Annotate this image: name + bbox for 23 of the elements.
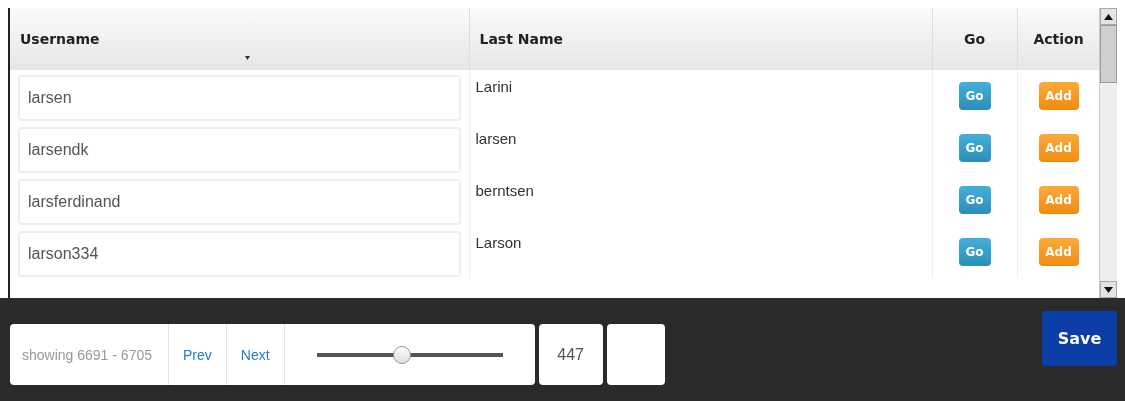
slider-thumb[interactable] (393, 345, 412, 364)
last-name-text: Larini (475, 78, 513, 95)
column-header[interactable]: Last Name (479, 31, 563, 47)
prev-link[interactable]: Prev (169, 324, 227, 385)
column-header[interactable]: Username (20, 31, 100, 47)
next-link[interactable]: Next (226, 324, 285, 385)
save-button[interactable]: Save (1042, 311, 1117, 366)
username-field[interactable]: larson334 (18, 231, 461, 277)
username-field[interactable]: larsendk (18, 127, 461, 173)
scroll-up-icon[interactable] (1100, 8, 1117, 25)
last-name-text: Larson (475, 234, 522, 251)
username-field[interactable]: larsferdinand (18, 179, 461, 225)
last-name-text: berntsen (475, 182, 534, 199)
scrollbar-thumb[interactable] (1100, 25, 1117, 83)
username-field[interactable]: larsen (18, 75, 461, 121)
scroll-down-icon[interactable] (1100, 281, 1117, 298)
input-field[interactable] (606, 324, 665, 385)
last-name-text: larsen (475, 130, 517, 147)
column-header[interactable]: Action (1033, 31, 1084, 47)
page-number-field[interactable]: 447 (538, 324, 603, 385)
column-header[interactable]: Go (963, 31, 986, 47)
scrollbar[interactable] (1099, 8, 1117, 298)
range-label: showing 6691 - 6705 (10, 324, 169, 385)
